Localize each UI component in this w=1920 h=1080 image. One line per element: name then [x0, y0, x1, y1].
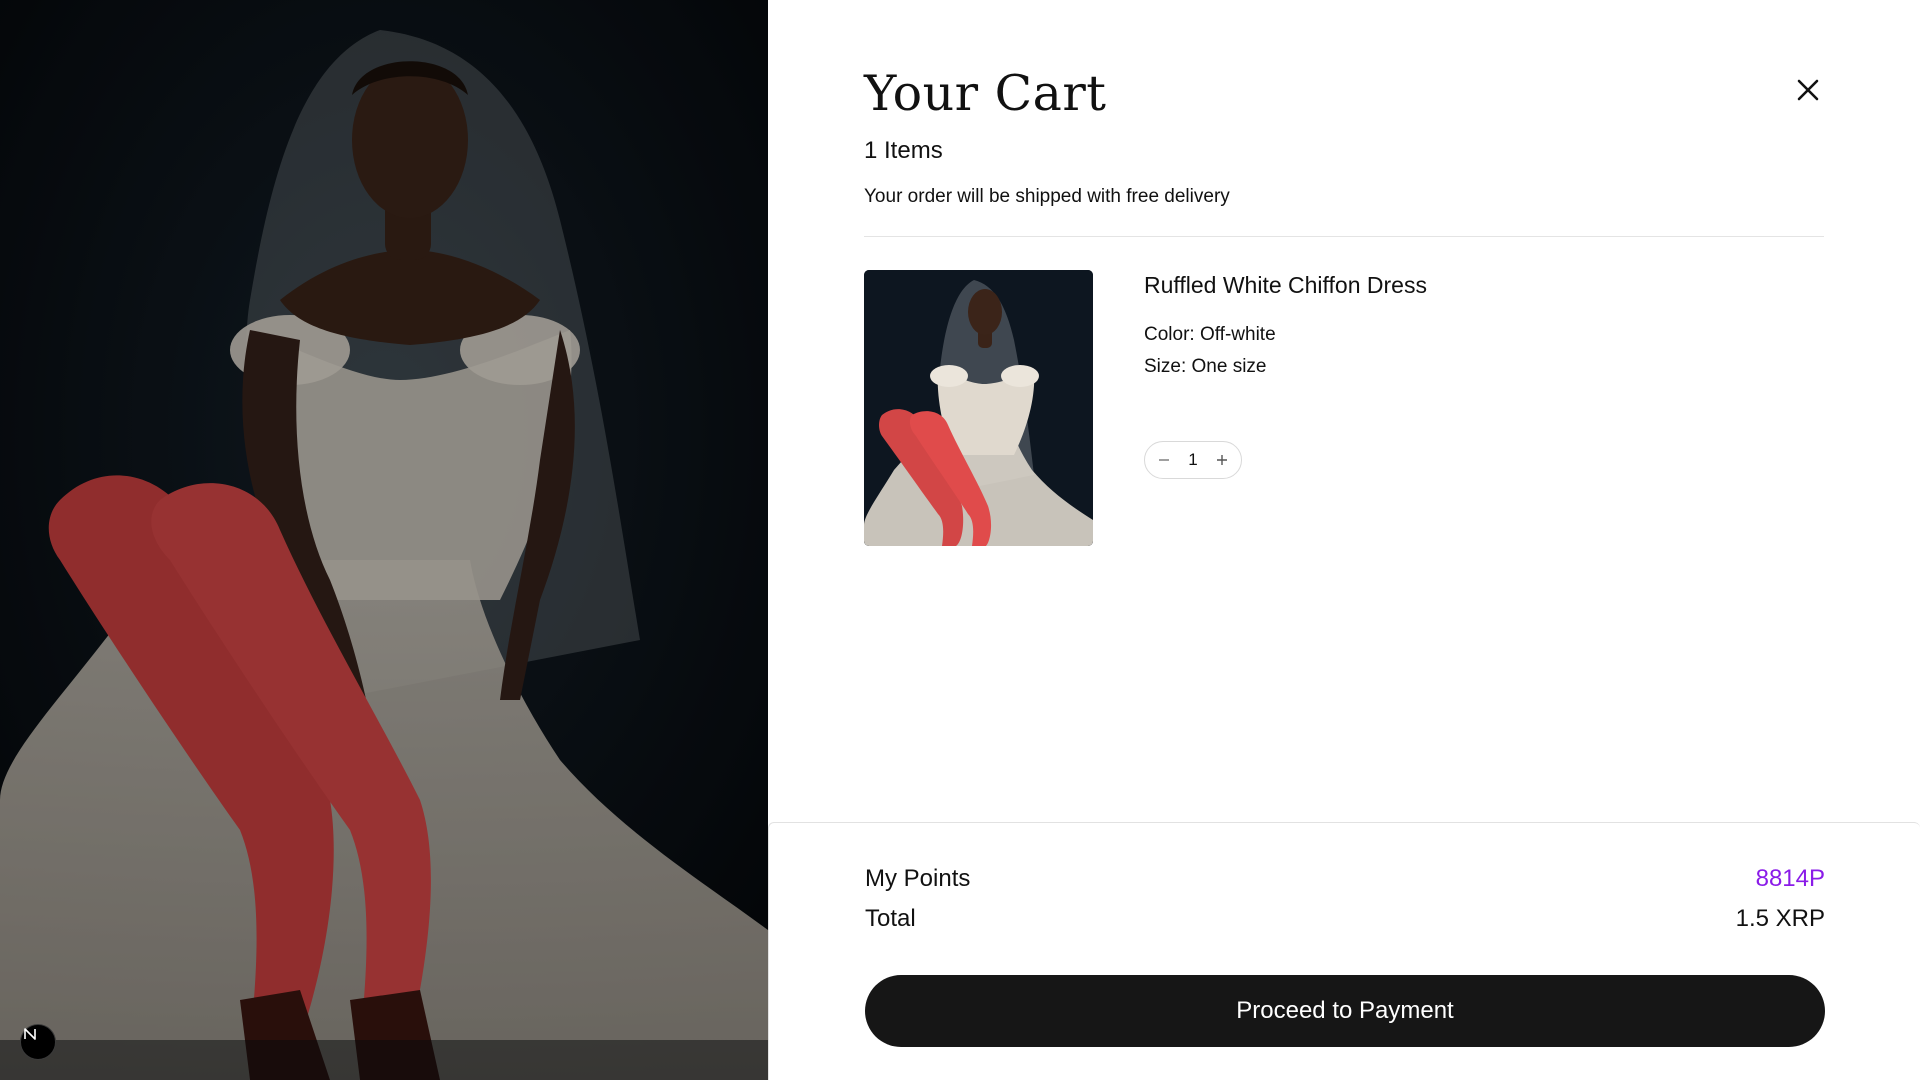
product-thumbnail[interactable] [864, 270, 1093, 546]
framework-badge[interactable] [20, 1024, 56, 1060]
points-row: My Points 8814P [865, 865, 1825, 893]
cart-line-item: Ruffled White Chiffon Dress Color: Off-w… [864, 270, 1824, 546]
minus-icon [1159, 459, 1169, 461]
close-icon [1797, 79, 1819, 101]
cart-drawer: Your Cart 1 Items Your order will be shi… [768, 0, 1920, 1080]
proceed-to-payment-button[interactable]: Proceed to Payment [865, 975, 1825, 1047]
close-button[interactable] [1788, 70, 1828, 110]
total-label: Total [865, 905, 916, 932]
points-value: 8814P [1755, 865, 1825, 892]
hero-product-image [0, 0, 768, 1080]
total-row: Total 1.5 XRP [865, 905, 1825, 933]
quantity-value: 1 [1188, 450, 1198, 469]
increment-button[interactable] [1211, 449, 1233, 471]
plus-icon [1217, 455, 1227, 465]
product-size: Size: One size [1144, 356, 1267, 377]
product-name[interactable]: Ruffled White Chiffon Dress [1144, 272, 1427, 299]
product-thumbnail-illustration [864, 270, 1093, 546]
decrement-button[interactable] [1153, 449, 1175, 471]
item-count: 1 Items [864, 137, 943, 164]
points-label: My Points [865, 865, 971, 892]
cart-title: Your Cart [864, 65, 1107, 122]
total-value: 1.5 XRP [1735, 905, 1825, 932]
shipping-note: Your order will be shipped with free del… [864, 186, 1230, 207]
divider [864, 236, 1824, 237]
quantity-stepper: 1 [1144, 441, 1242, 479]
product-color: Color: Off-white [1144, 324, 1276, 345]
backdrop-dim-overlay[interactable] [0, 0, 768, 1080]
n-logo-icon [24, 1028, 36, 1040]
order-summary: My Points 8814P Total 1.5 XRP Proceed to… [768, 822, 1920, 1080]
